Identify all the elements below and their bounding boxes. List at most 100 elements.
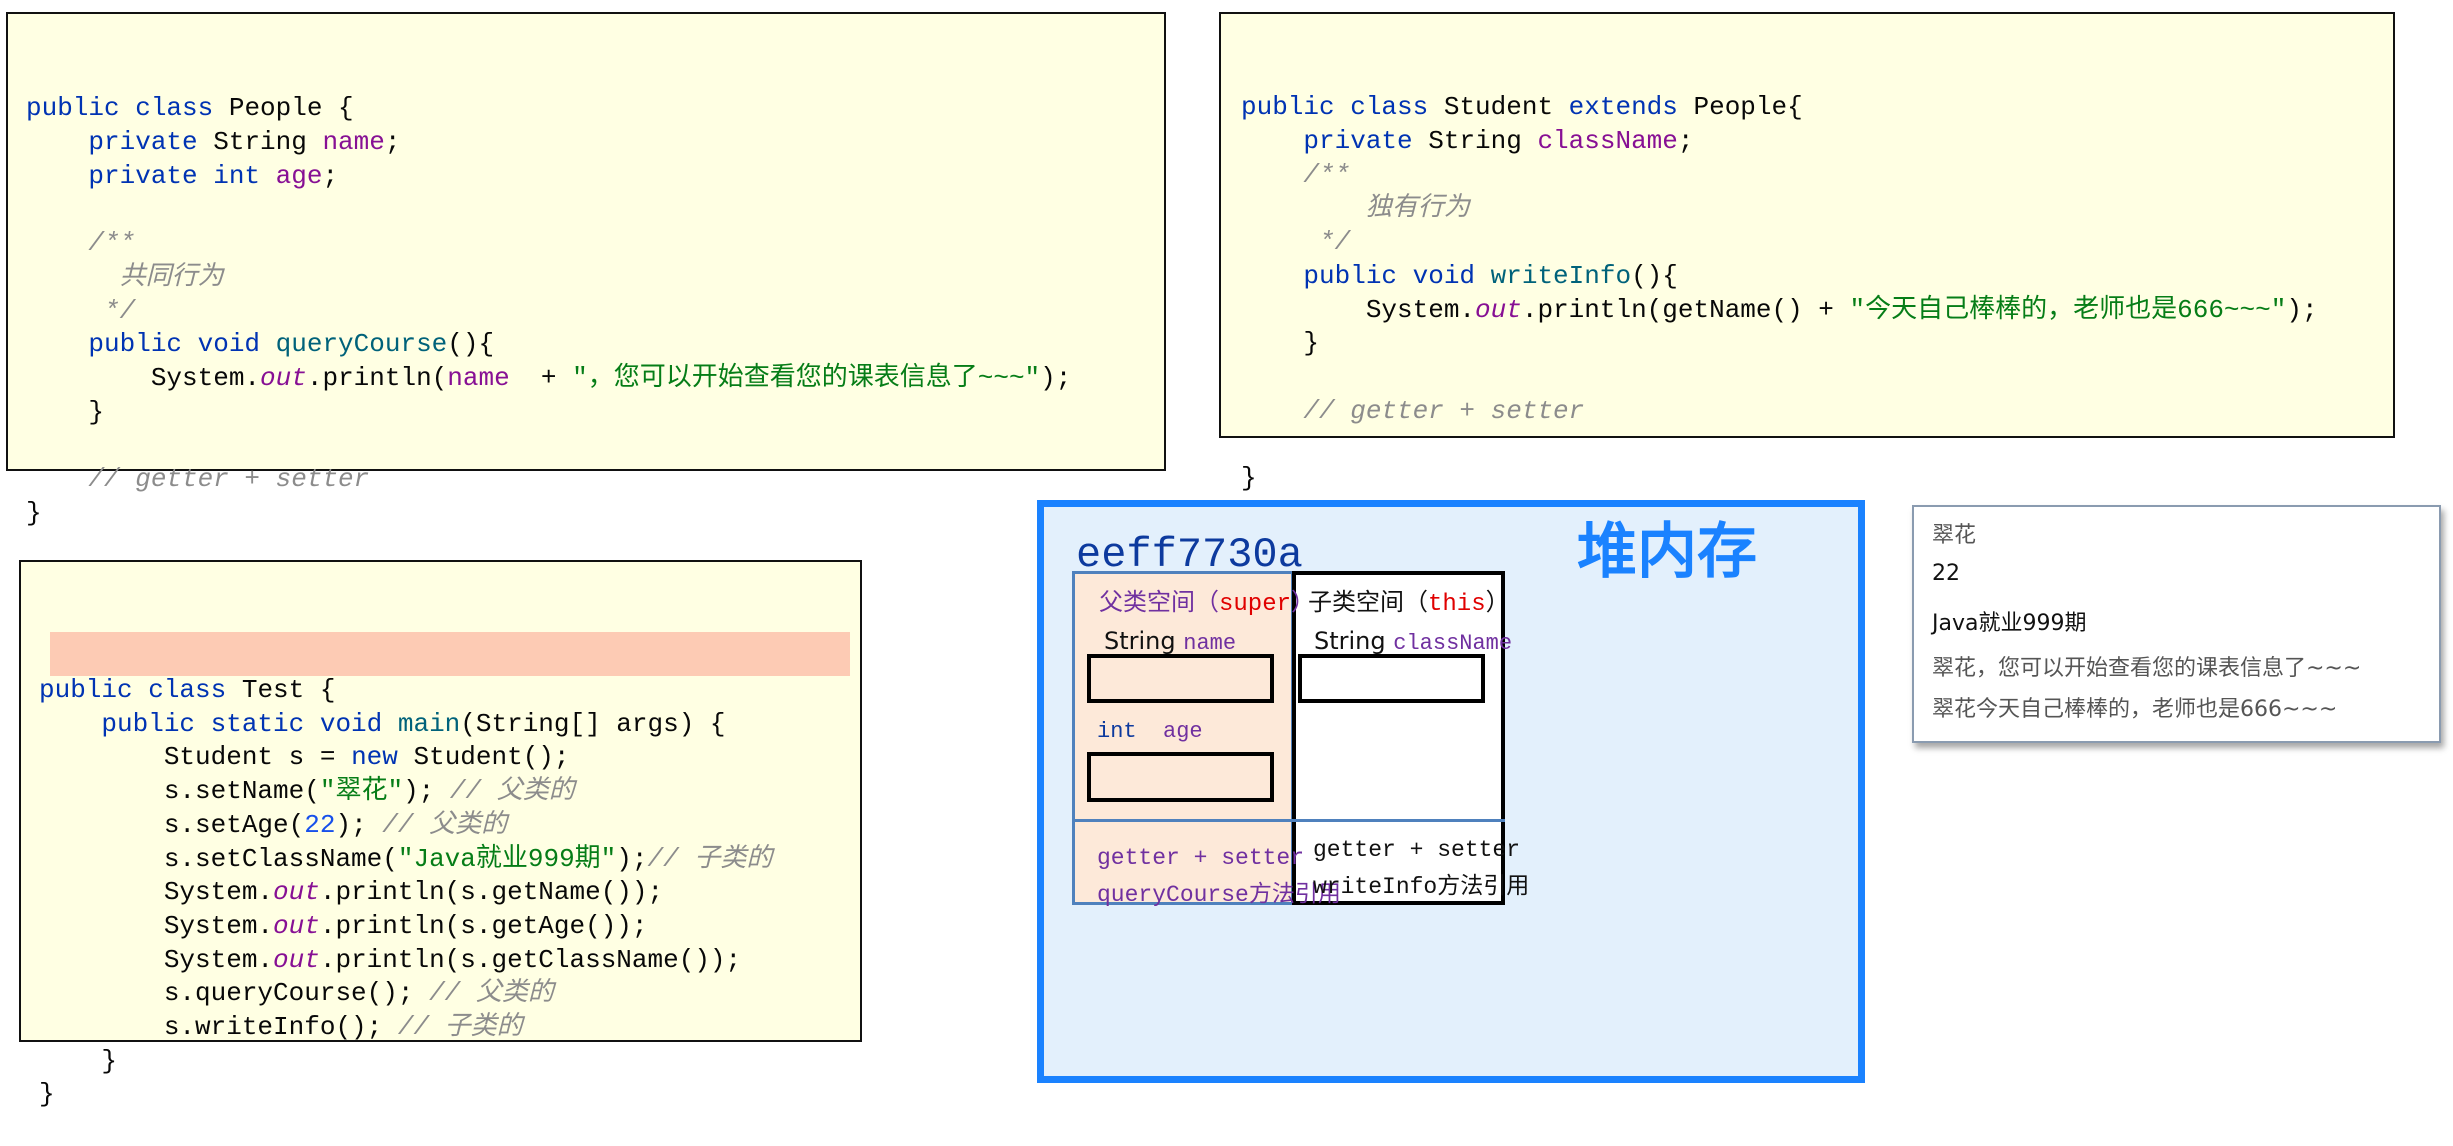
people-class-code: public class People { private String nam… [6,12,1166,528]
code-string: "Java就业999期" [397,843,617,874]
code-comment: // 父类的 [382,809,508,840]
field-name: age [1163,719,1203,744]
code-line: */ [1241,226,2393,260]
test-class-code: public class Test { public static void m… [19,560,862,1109]
code-keyword: private [26,127,214,158]
code-keyword: public class [26,93,229,124]
code-token: ); [616,843,648,874]
student-class-code: public class Student extends People{ pri… [1219,12,2395,493]
code-keyword: public class [39,675,242,706]
code-line: } [26,497,1164,531]
code-comment: 共同行为 [26,261,224,292]
output-line: 22 [1932,561,1960,586]
code-line: public class Student extends People{ [1241,91,2393,125]
code-token: .println(s.getAge()); [319,910,648,941]
code-token: name [447,362,510,393]
code-token: out [1475,294,1522,325]
parent-field-age-label: int age [1097,719,1203,744]
code-token: + [509,362,573,393]
name-field-box [1087,654,1274,703]
code-token: out [273,877,320,908]
code-token: } [1241,462,1257,493]
code-line: */ [26,295,1164,329]
code-token: ); [2286,294,2318,325]
code-string: "，您可以开始查看您的课表信息了~~~" [572,362,1041,393]
code-line: Student s = new Student(); [39,741,860,775]
code-token: (){ [1631,260,1678,291]
console-output: 翠花 22 Java就业999期 翠花，您可以开始查看您的课表信息了~~~ 翠花… [1912,505,2441,743]
code-line: s.setName("翠花"); // 父类的 [39,775,860,809]
code-keyword: private [1241,126,1429,157]
code-token: s.setName( [39,776,320,807]
field-name: name [1183,631,1237,656]
code-line: System.out.println(s.getClassName()); [39,944,860,978]
code-token: Student [1443,92,1569,123]
parent-field-name-label: String name [1104,627,1236,656]
code-line: } [1241,462,2393,496]
code-token: queryCourse [275,329,448,360]
code-token: System. [39,877,274,908]
code-line: s.writeInfo(); // 子类的 [39,1011,860,1045]
code-line: System.out.println(name + "，您可以开始查看您的课表信… [26,362,1164,396]
code-token: String [213,127,323,158]
code-token: .println(getName() + [1521,294,1850,325]
child-space-label: 子类空间（this） [1308,582,1510,618]
heap-title: 堆内存 [1577,517,1757,587]
code-token: String [1428,126,1538,157]
code-token: (String[] args) { [460,708,726,739]
child-methods-1: getter + setter [1313,837,1521,863]
code-string: "翠花" [319,776,404,807]
code-keyword: public class [1241,92,1444,123]
code-line: private String name; [26,126,1164,160]
code-line: /** [26,227,1164,261]
child-field-classname-label: String className [1314,627,1512,656]
code-line: public class People { [26,92,1164,126]
code-token: System. [39,910,274,941]
code-token: .println(s.getClassName()); [319,944,742,975]
code-token: out [260,362,307,393]
code-line: private int age; [26,160,1164,194]
output-line: 翠花，您可以开始查看您的课表信息了~~~ [1932,656,2362,681]
classname-field-box [1298,654,1485,703]
code-line: } [26,396,1164,430]
field-type: String [1104,627,1184,655]
code-token: } [1241,328,1320,359]
code-token: ; [322,160,339,191]
code-line: System.out.println(s.getName()); [39,876,860,910]
code-token: Test { [241,675,336,706]
code-line: public class Test { [39,674,860,708]
code-token: People{ [1693,92,1803,123]
code-token: name [322,127,385,158]
code-token: Student s = [39,742,352,773]
code-comment: // getter + setter [1241,395,1585,426]
super-keyword: super [1219,591,1292,618]
code-line: 独有行为 [1241,192,2393,226]
code-comment: // getter + setter [26,463,370,494]
code-line: // getter + setter [26,463,1164,497]
code-line: s.setAge(22); // 父类的 [39,809,860,843]
code-token: s.setAge( [39,809,305,840]
code-comment: 独有行为 [1241,193,1470,224]
code-line: System.out.println(s.getAge()); [39,910,860,944]
code-line: s.setClassName("Java就业999期");// 子类的 [39,843,860,877]
this-keyword: this [1428,591,1486,618]
code-keyword: public void [1241,260,1491,291]
code-token: } [26,396,105,427]
code-keyword: public static void [39,708,398,739]
code-token: .println( [306,362,448,393]
code-token: age [275,160,323,191]
code-token: ); [1040,362,1072,393]
code-line: s.queryCourse(); // 父类的 [39,977,860,1011]
code-token: ; [1677,126,1694,157]
code-string: "今天自己棒棒的，老师也是666~~~" [1849,294,2287,325]
code-token: className [1537,126,1678,157]
code-line: } [39,1078,860,1112]
code-comment: /** [26,228,136,259]
code-line: public static void main(String[] args) { [39,708,860,742]
code-comment: // 父类的 [429,978,554,1009]
code-line: public void queryCourse(){ [26,328,1164,362]
code-token: writeInfo [1490,260,1632,291]
